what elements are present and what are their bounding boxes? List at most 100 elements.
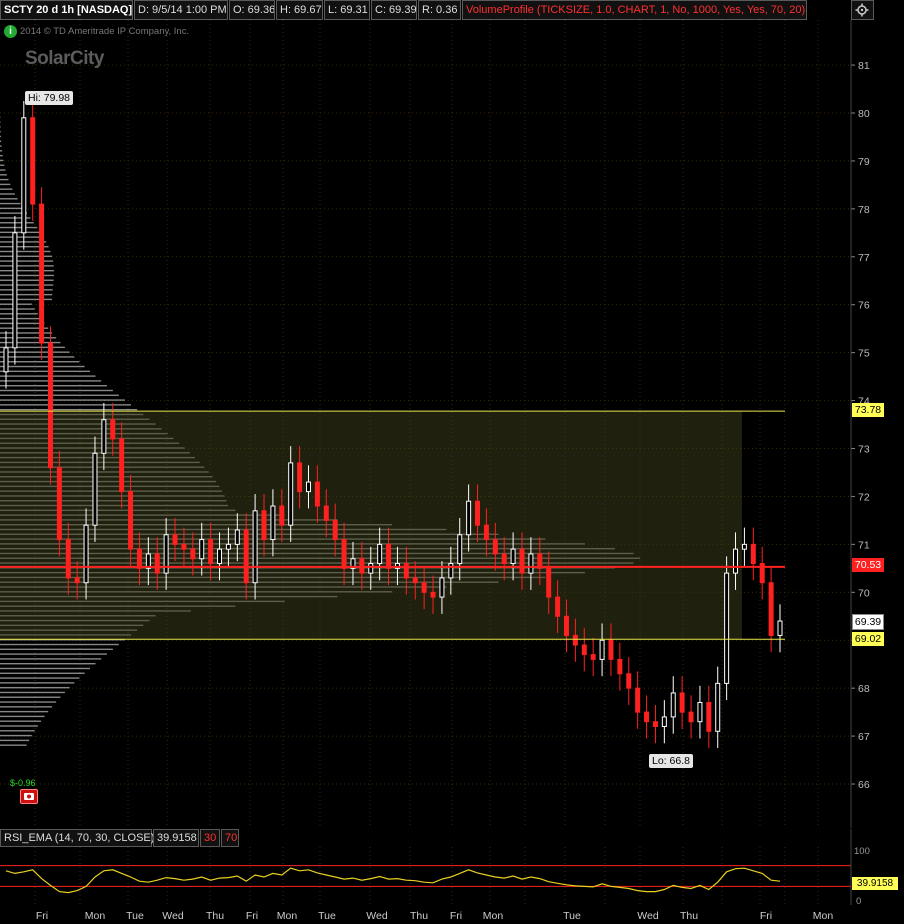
candle-body	[30, 117, 36, 205]
candle-body	[39, 203, 45, 344]
profile-bar	[0, 701, 57, 703]
rsi-tick-label: 0	[856, 896, 861, 905]
candle-body	[332, 519, 338, 541]
symbol-label[interactable]: SCTY 20 d 1h [NASDAQ]	[0, 0, 133, 20]
profile-bar	[0, 346, 65, 349]
candle-body	[128, 491, 134, 550]
profile-bar	[0, 255, 52, 257]
time-tick-label: Mon	[85, 910, 106, 922]
profile-bar	[0, 289, 53, 291]
price-tick-label: 80	[858, 108, 870, 120]
rsi-oversold-label: 70	[221, 829, 239, 847]
profile-bar	[0, 164, 5, 166]
profile-bar	[0, 361, 80, 363]
time-tick-label: Wed	[366, 910, 388, 922]
profile-bar	[0, 154, 3, 157]
candle-body	[475, 500, 481, 526]
profile-bar	[0, 313, 38, 315]
phone-button[interactable]	[20, 789, 38, 804]
phone-icon	[24, 793, 34, 800]
candle-body	[430, 591, 436, 598]
candle-body	[181, 543, 187, 550]
candle-body	[341, 539, 347, 569]
candle-body	[697, 702, 703, 723]
profile-bar	[0, 734, 32, 737]
candle-body	[305, 481, 311, 493]
candle-body	[733, 548, 739, 574]
profile-bar	[0, 207, 24, 210]
low-callout: Lo: 66.8	[649, 754, 693, 768]
chart-settings-button[interactable]	[851, 0, 874, 20]
candle-body	[172, 534, 178, 545]
info-icon[interactable]: i	[4, 25, 17, 38]
price-tick-label: 77	[858, 252, 870, 264]
net-change-label: $-0.96	[10, 778, 36, 788]
profile-bar	[0, 174, 7, 176]
candle-body	[555, 596, 561, 617]
high-label: H: 69.67	[276, 0, 323, 20]
range-label: R: 0.36	[418, 0, 461, 20]
profile-bar	[0, 730, 35, 732]
candle-body	[777, 620, 783, 636]
profile-bar	[0, 677, 80, 679]
candle-body	[661, 716, 667, 728]
copyright-notice: i 2014 © TD Ameritrade IP Company, Inc.	[4, 25, 189, 38]
price-tick-label: 72	[858, 491, 870, 503]
candle-body	[617, 658, 623, 675]
rsi-tick-label: 100	[854, 846, 870, 857]
profile-bar	[0, 389, 113, 392]
candle-body	[510, 548, 516, 565]
candle-body	[288, 462, 294, 526]
company-watermark: SolarCity	[25, 48, 104, 69]
profile-bar	[0, 130, 1, 133]
price-tick-label: 71	[858, 539, 870, 551]
profile-bar	[0, 198, 18, 200]
profile-bar	[0, 394, 119, 396]
value-area-low-badge: 69.02	[852, 632, 884, 646]
profile-bar	[0, 236, 44, 238]
rsi-axis: 100 0	[854, 846, 870, 905]
profile-bar	[0, 274, 54, 277]
profile-bar	[0, 686, 70, 689]
candle-body	[546, 567, 552, 598]
study-label[interactable]: VolumeProfile (TICKSIZE, 1.0, CHART, 1, …	[462, 0, 807, 20]
price-axis: 66676869707172737475767778798081	[851, 60, 870, 791]
profile-bar	[0, 696, 61, 698]
time-tick-label: Thu	[410, 910, 428, 922]
profile-bar	[0, 183, 11, 186]
profile-bar	[0, 169, 6, 171]
time-tick-label: Wed	[637, 910, 659, 922]
value-area-band	[0, 411, 742, 640]
candle-body	[12, 232, 18, 349]
rsi-study-label[interactable]: RSI_EMA (14, 70, 30, CLOSE)	[0, 829, 154, 847]
candle-body	[724, 572, 730, 684]
time-tick-label: Tue	[563, 910, 581, 922]
profile-bar	[0, 370, 90, 373]
candle-body	[626, 673, 632, 689]
profile-bar	[0, 667, 90, 670]
candle-body	[119, 438, 125, 493]
profile-bar	[0, 150, 3, 152]
profile-bar	[0, 739, 30, 742]
candle-body	[199, 539, 205, 560]
high-callout: Hi: 79.98	[25, 91, 74, 105]
open-label: O: 69.36	[229, 0, 275, 20]
profile-bar	[0, 284, 54, 286]
profile-bar	[0, 317, 42, 320]
candle-body	[83, 524, 89, 584]
time-tick-label: Fri	[760, 910, 772, 922]
candle-body	[581, 644, 587, 656]
candle-body	[670, 692, 676, 718]
rsi-last-badge: 39.9158	[852, 877, 898, 890]
price-tick-label: 75	[858, 348, 870, 360]
candle-body	[528, 553, 534, 574]
time-tick-label: Thu	[680, 910, 698, 922]
price-chart[interactable]: 66676869707172737475767778798081	[0, 0, 904, 828]
profile-bar	[0, 648, 113, 651]
candle-body	[314, 481, 320, 507]
candle-body	[234, 529, 240, 545]
date-label: D: 9/5/14 1:00 PM	[134, 0, 228, 20]
price-tick-label: 76	[858, 300, 870, 312]
price-tick-label: 66	[858, 779, 870, 791]
candle-body	[225, 543, 231, 550]
